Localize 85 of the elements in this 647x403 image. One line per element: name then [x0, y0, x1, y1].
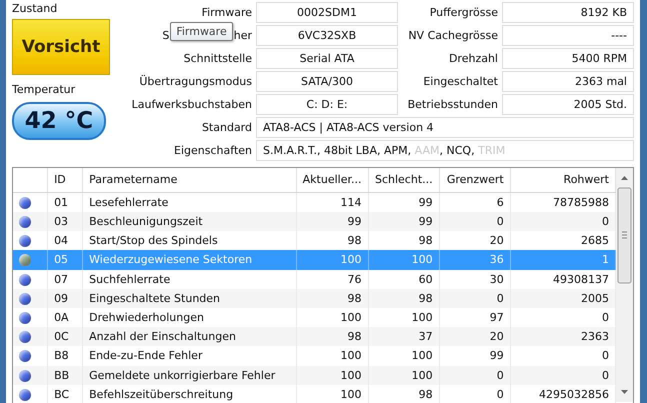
info-value: C: D: E: — [256, 94, 398, 115]
column-header[interactable]: Aktueller... — [296, 168, 368, 192]
separator-text: , — [440, 144, 444, 157]
feature-text: APM — [384, 144, 408, 157]
table-cell: 36 — [439, 250, 510, 270]
table-cell: 2005 — [510, 288, 616, 308]
table-cell: Gemeldete unkorrigierbare Fehler — [82, 366, 296, 385]
table-row[interactable]: BB Gemeldete unkorrigierbare Fehler 100 100 0 0 — [13, 366, 616, 385]
info-value: SATA/300 — [256, 71, 398, 92]
info-label: S — [162, 28, 170, 44]
column-header[interactable]: ID — [48, 168, 83, 192]
info-label: Drehzahl — [448, 51, 498, 67]
info-label: Schnittstelle — [182, 51, 252, 67]
info-value: 5400 RPM — [502, 48, 634, 69]
health-status-badge: Vorsicht — [12, 19, 110, 75]
table-cell: 98 — [296, 288, 368, 308]
column-header[interactable]: Rohwert — [510, 168, 616, 192]
info-label: Standard — [200, 120, 252, 136]
info-label: Eingeschaltet — [422, 74, 498, 90]
info-label: Eigenschaften — [173, 143, 252, 159]
table-cell: 0C — [48, 327, 83, 346]
table-cell: 0 — [439, 212, 510, 232]
tooltip: Firmware — [170, 22, 233, 41]
info-label: Laufwerksbuchstaben — [130, 97, 252, 113]
table-cell: 03 — [48, 212, 83, 232]
separator-text: , — [316, 144, 322, 157]
info-label: Betriebsstunden — [406, 97, 498, 113]
separator-text: , — [408, 144, 412, 157]
table-cell: 99 — [368, 212, 440, 232]
table-cell: 100 — [296, 250, 368, 270]
info-label: Firmware — [200, 5, 252, 21]
info-value: ATA8-ACS | ATA8-ACS version 4 — [256, 117, 634, 138]
table-cell: 37 — [368, 327, 440, 346]
info-label: NV Cachegrösse — [407, 28, 498, 44]
info-value: 8192 KB — [502, 2, 634, 23]
info-label: Puffergrösse — [428, 5, 498, 21]
temperature-badge: 42 °C — [12, 102, 106, 140]
feature-text: S.M.A.R.T. — [263, 144, 317, 157]
temperature-label: Temperatur — [12, 83, 76, 98]
info-value: 2005 Std. — [502, 94, 634, 115]
column-header[interactable]: Parametername — [82, 168, 296, 192]
feature-text: 48bit LBA — [324, 144, 377, 157]
table-cell: BB — [48, 366, 83, 385]
table-cell: 100 — [296, 384, 368, 403]
table-row[interactable]: 03 Beschleunigungszeit 99 99 0 0 — [13, 212, 616, 232]
info-value: 2363 mal — [502, 71, 634, 92]
table-cell: 100 — [296, 366, 368, 385]
info-value: 0002SDM1 — [256, 2, 398, 23]
separator-text: , — [377, 144, 382, 157]
table-cell: Eingeschaltete Stunden — [82, 288, 296, 308]
info-value: 6VC32SXB — [256, 25, 398, 46]
table-cell: 2363 — [510, 327, 616, 346]
table-cell: 20 — [439, 327, 510, 346]
table-cell: 0 — [439, 366, 510, 385]
table-cell: 1 — [510, 250, 616, 270]
table-cell: 98 — [368, 384, 440, 403]
table-cell: 98 — [368, 288, 440, 308]
separator-text: , — [471, 144, 476, 157]
feature-text: NCQ — [446, 144, 472, 157]
table-cell: 99 — [296, 212, 368, 232]
table-cell: Befehlszeitüberschreitung — [82, 384, 296, 403]
table-cell: Anzahl der Einschaltungen — [82, 327, 296, 346]
info-value: ---- — [502, 25, 634, 46]
table-cell: Beschleunigungszeit — [82, 212, 296, 232]
table-row[interactable]: 0C Anzahl der Einschaltungen 98 37 20 2363 — [13, 327, 616, 346]
table-cell: 0 — [510, 212, 616, 232]
info-label: Übertragungsmodus — [138, 74, 252, 90]
table-cell: 05 — [48, 250, 83, 270]
table-cell: 09 — [48, 288, 83, 308]
table-row[interactable]: BC Befehlszeitüberschreitung 100 98 0 4295032856 — [13, 384, 616, 403]
status-label: Zustand — [12, 2, 58, 17]
column-header[interactable]: Schlecht... — [368, 168, 440, 192]
table-cell: 0 — [510, 366, 616, 385]
info-label: her — [234, 28, 252, 44]
table-cell: 0 — [439, 288, 510, 308]
table-cell: 100 — [368, 250, 440, 270]
table-cell: 100 — [368, 366, 440, 385]
table-cell: Wiederzugewiesene Sektoren — [82, 250, 296, 270]
info-value: Serial ATA — [256, 48, 398, 69]
table-row[interactable]: 09 Eingeschaltete Stunden 98 98 0 2005 — [13, 288, 616, 308]
table-cell: 98 — [296, 327, 368, 346]
column-header[interactable]: Grenzwert — [439, 168, 510, 192]
table-cell: BC — [48, 384, 83, 403]
scrollbar[interactable] — [616, 168, 633, 402]
table-cell: 0 — [439, 384, 510, 403]
